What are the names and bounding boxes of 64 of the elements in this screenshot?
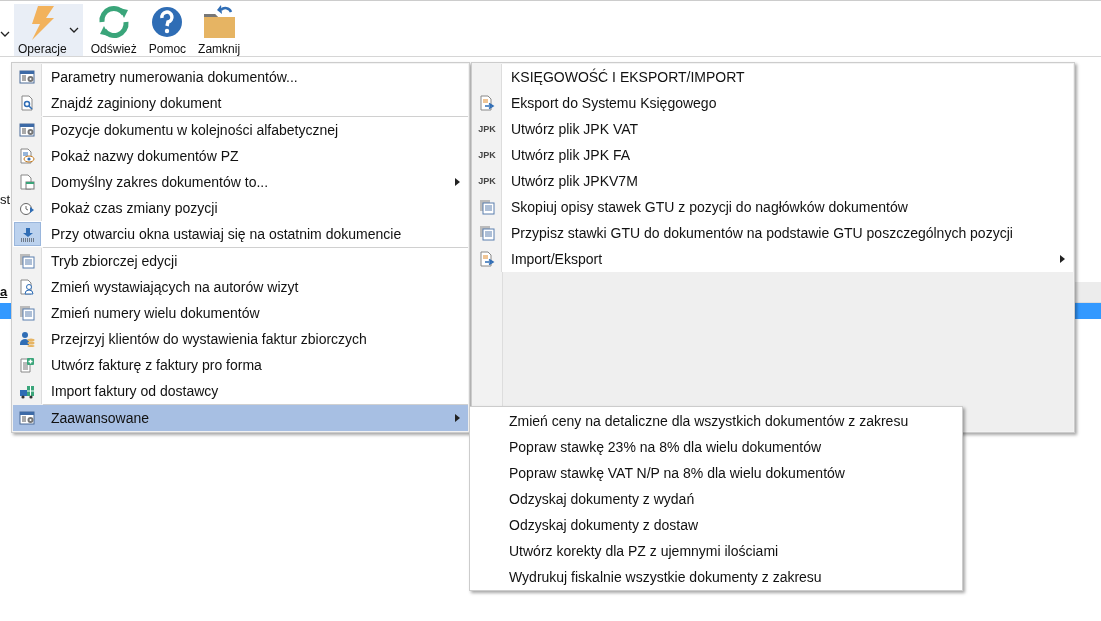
submenu-arrow-icon (455, 178, 460, 186)
menu-item[interactable]: Popraw stawkę VAT N/P na 8% dla wielu dokumentów (470, 460, 962, 486)
jpk-label: JPK (478, 124, 496, 134)
selected-row (1075, 303, 1101, 319)
gear-document-icon (19, 69, 35, 85)
clock-icon (19, 200, 35, 216)
menu-item[interactable]: Przy otwarciu okna ustawiaj się na ostatnim dokumencie (13, 221, 468, 247)
chevron-down-icon (68, 26, 79, 34)
menu-item[interactable]: Znajdź zaginiony dokument (13, 90, 468, 116)
menu-item[interactable]: Utwórz korekty dla PZ z ujemnymi ilościami (470, 538, 962, 564)
menu-item[interactable]: Pozycje dokumentu w kolejności alfabetycznej (13, 117, 468, 143)
menu-item[interactable]: Utwórz fakturę z faktury pro forma (13, 352, 468, 378)
menu-item[interactable]: Eksport do Systemu Księgowego (473, 90, 1073, 116)
truck-icon (19, 383, 35, 399)
export-document-icon (479, 95, 495, 111)
folder-icon (201, 4, 238, 40)
toolbar-button[interactable]: Zamknij (194, 4, 245, 56)
menu-item[interactable]: Odzyskaj dokumenty z wydań (470, 486, 962, 512)
menu-item[interactable]: Parametry numerowania dokumentów... (13, 64, 468, 90)
person-document-icon (19, 279, 35, 295)
gear-document-icon (19, 122, 35, 138)
toolbar-button[interactable]: Pomoc (144, 4, 191, 56)
menu-header: KSIĘGOWOŚĆ I EKSPORT/IMPORT (473, 64, 1073, 90)
selected-row (0, 303, 11, 319)
menu-item[interactable]: Zaawansowane (13, 405, 468, 431)
menu-item[interactable]: Domyślny zakres dokumentów to... (13, 169, 468, 195)
calendar-document-icon (19, 174, 35, 190)
jpk-label: JPK (478, 150, 496, 160)
cut-text: st (0, 192, 11, 207)
cut-text: a (0, 284, 8, 299)
eye-document-icon (19, 148, 35, 164)
menu-item[interactable]: Tryb zbiorczej edycji (13, 248, 468, 274)
plus-document-icon (19, 357, 35, 373)
menu-item[interactable]: Import/Eksport (473, 246, 1073, 272)
magnifier-document-icon (19, 95, 35, 111)
toolbar-button[interactable]: Operacje (14, 4, 83, 56)
document-stack-icon (19, 305, 35, 321)
document-stack-icon (479, 199, 495, 215)
download-icon (19, 226, 36, 242)
document-stack-icon (19, 253, 35, 269)
menu-item[interactable]: Wydrukuj fiskalnie wszystkie dokumenty z zakresu (470, 564, 962, 590)
menu-item[interactable]: Odzyskaj dokumenty z dostaw (470, 512, 962, 538)
menu-item[interactable]: Zmień wystawiających na autorów wizyt (13, 274, 468, 300)
person-coins-icon (19, 331, 35, 347)
submenu-arrow-icon (455, 414, 460, 422)
toolbar-button[interactable]: Odśwież (86, 4, 141, 56)
menu-item[interactable]: Pokaż czas zmiany pozycji (13, 195, 468, 221)
menu-item[interactable]: Popraw stawkę 23% na 8% dla wielu dokumentów (470, 434, 962, 460)
menu-item[interactable]: Przypisz stawki GTU do dokumentów na podstawie GTU poszczególnych pozycji (473, 220, 1073, 246)
menu-item[interactable]: Przejrzyj klientów do wystawienia faktur zbiorczych (13, 326, 468, 352)
menu-item[interactable]: JPK Utwórz plik JPK FA (473, 142, 1073, 168)
gear-document-icon (19, 410, 35, 426)
jpk-label: JPK (478, 176, 496, 186)
menu-item[interactable]: Import faktury od dostawcy (13, 378, 468, 404)
document-stack-icon (479, 225, 495, 241)
menu-item[interactable]: JPK Utwórz plik JPKV7M (473, 168, 1073, 194)
menu-item[interactable]: Zmień ceny na detaliczne dla wszystkich dokumentów z zakresu (470, 408, 962, 434)
menu-item[interactable]: JPK Utwórz plik JPK VAT (473, 116, 1073, 142)
menu-item[interactable]: Skopiuj opisy stawek GTU z pozycji do nagłówków dokumentów (473, 194, 1073, 220)
menu-item[interactable]: Pokaż nazwy dokumentów PZ (13, 143, 468, 169)
chevron-down-icon (0, 30, 10, 38)
submenu-arrow-icon (1060, 255, 1065, 263)
export-document-icon (479, 251, 495, 267)
menu-item[interactable]: Zmień numery wielu dokumentów (13, 300, 468, 326)
